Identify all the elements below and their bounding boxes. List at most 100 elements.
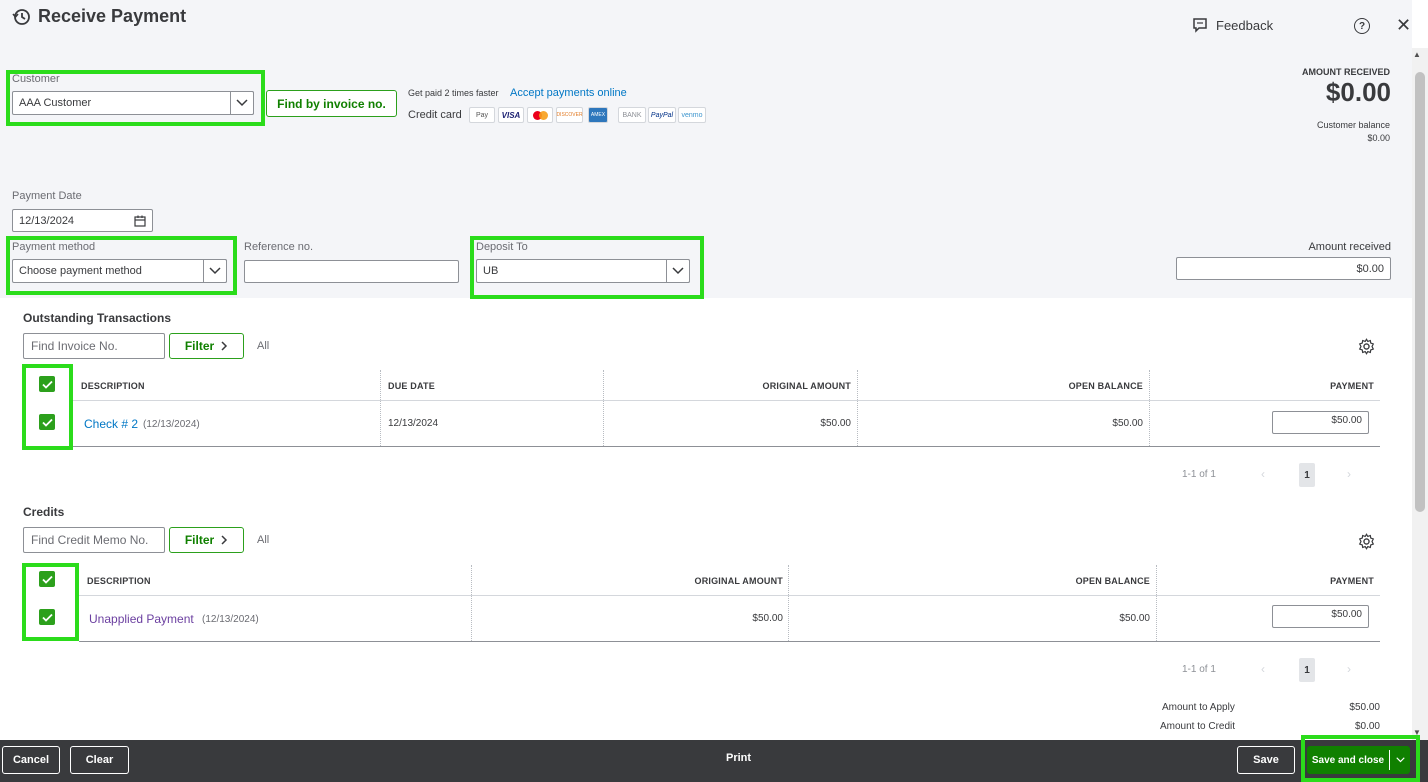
check-link[interactable]: Check # 2 xyxy=(84,417,138,431)
divider xyxy=(857,370,858,446)
amount-received-field-label: Amount received xyxy=(1308,241,1391,253)
chevron-right-icon xyxy=(221,535,228,545)
find-invoice-input[interactable]: Find Invoice No. xyxy=(23,333,165,359)
credits-col-payment: PAYMENT xyxy=(1330,576,1374,586)
credits-row-checkbox[interactable] xyxy=(39,609,55,625)
feedback-button[interactable]: Feedback xyxy=(1192,17,1273,33)
chevron-right-icon xyxy=(221,341,228,351)
payment-date-value: 12/13/2024 xyxy=(19,214,75,227)
chevron-down-icon xyxy=(1395,757,1405,763)
accept-payments-link[interactable]: Accept payments online xyxy=(510,87,627,99)
divider xyxy=(471,565,472,641)
payment-method-select[interactable]: Choose payment method xyxy=(12,259,227,283)
credits-next-icon[interactable]: › xyxy=(1347,662,1351,676)
save-options-dropdown[interactable] xyxy=(1390,757,1410,763)
page-title: Receive Payment xyxy=(38,6,187,26)
open-balance-cell: $50.00 xyxy=(1112,418,1143,429)
outstanding-all-label: All xyxy=(257,340,270,352)
amount-to-credit-label: Amount to Credit xyxy=(1160,721,1236,732)
credits-pager-text: 1-1 of 1 xyxy=(1182,664,1216,675)
outstanding-filter-button[interactable]: Filter xyxy=(169,333,244,359)
get-paid-text: Get paid 2 times faster xyxy=(408,88,499,98)
divider xyxy=(73,446,1380,447)
reference-input[interactable] xyxy=(244,260,459,283)
amount-received-summary-value: $0.00 xyxy=(1325,77,1391,107)
venmo-icon: venmo xyxy=(678,107,706,123)
help-icon[interactable]: ? xyxy=(1354,18,1370,34)
divider xyxy=(380,370,381,446)
customer-dropdown-button[interactable] xyxy=(230,91,254,115)
save-and-close-button[interactable]: Save and close xyxy=(1307,755,1389,766)
credits-col-open-balance: OPEN BALANCE xyxy=(1075,576,1150,586)
outstanding-prev-icon[interactable]: ‹ xyxy=(1261,467,1265,481)
discover-icon: DISCOVER xyxy=(556,107,583,123)
find-credit-memo-input[interactable]: Find Credit Memo No. xyxy=(23,527,165,553)
customer-value: AAA Customer xyxy=(19,97,92,109)
amex-icon: AMEX xyxy=(588,107,608,123)
col-original-amount: ORIGINAL AMOUNT xyxy=(762,381,851,391)
mastercard-icon xyxy=(527,107,553,123)
outstanding-settings-gear-icon[interactable] xyxy=(1358,338,1375,355)
credits-payment-input[interactable]: $50.00 xyxy=(1272,605,1369,628)
outstanding-next-icon[interactable]: › xyxy=(1347,467,1351,481)
amount-to-apply-value: $50.00 xyxy=(1349,702,1380,713)
checkmark-icon xyxy=(41,418,53,427)
page-title-wrap: Receive Payment xyxy=(12,6,186,27)
payment-method-placeholder: Choose payment method xyxy=(19,265,142,277)
credits-col-original-amount: ORIGINAL AMOUNT xyxy=(694,576,783,586)
find-by-invoice-button[interactable]: Find by invoice no. xyxy=(266,90,397,117)
check-date: (12/13/2024) xyxy=(143,419,200,430)
outstanding-page-number[interactable]: 1 xyxy=(1299,463,1315,487)
credits-all-label: All xyxy=(257,534,270,546)
divider xyxy=(73,400,1380,401)
outstanding-pager-text: 1-1 of 1 xyxy=(1182,469,1216,480)
divider xyxy=(79,595,1380,596)
filter-label: Filter xyxy=(184,533,215,547)
calendar-icon[interactable] xyxy=(134,215,146,227)
credits-col-description: DESCRIPTION xyxy=(87,576,151,586)
chevron-down-icon xyxy=(236,99,248,107)
unapplied-payment-link[interactable]: Unapplied Payment xyxy=(89,612,194,626)
scrollbar-thumb[interactable] xyxy=(1415,72,1425,512)
unapplied-payment-date: (12/13/2024) xyxy=(202,614,259,625)
print-button[interactable]: Print xyxy=(726,752,751,764)
payment-method-dropdown-button[interactable] xyxy=(203,259,227,283)
amount-received-input[interactable]: $0.00 xyxy=(1176,257,1391,280)
col-description: DESCRIPTION xyxy=(81,381,145,391)
col-due-date: DUE DATE xyxy=(388,381,435,391)
close-icon[interactable]: ✕ xyxy=(1396,15,1411,36)
payment-method-label: Payment method xyxy=(12,241,96,253)
outstanding-row-checkbox[interactable] xyxy=(39,414,55,430)
filter-label: Filter xyxy=(184,339,215,353)
deposit-to-dropdown-button[interactable] xyxy=(666,259,690,283)
credits-settings-gear-icon[interactable] xyxy=(1358,533,1375,550)
apple-pay-icon: Pay xyxy=(469,107,495,123)
customer-select[interactable]: AAA Customer xyxy=(12,91,254,115)
bank-icon: BANK xyxy=(618,107,646,123)
payment-date-input[interactable]: 12/13/2024 xyxy=(12,209,153,232)
outstanding-payment-input[interactable]: $50.00 xyxy=(1272,411,1369,434)
credits-page-number[interactable]: 1 xyxy=(1299,658,1315,682)
clear-button[interactable]: Clear xyxy=(70,746,129,774)
customer-balance-value: $0.00 xyxy=(1367,133,1390,143)
chevron-down-icon xyxy=(209,267,221,275)
payment-date-label: Payment Date xyxy=(12,190,82,202)
checkmark-icon xyxy=(41,613,53,622)
credits-select-all-checkbox[interactable] xyxy=(39,571,55,587)
checkmark-icon xyxy=(41,575,53,584)
credits-original-amount-cell: $50.00 xyxy=(752,613,783,624)
visa-icon: VISA xyxy=(498,107,524,123)
credits-filter-button[interactable]: Filter xyxy=(169,527,244,553)
outstanding-select-all-checkbox[interactable] xyxy=(39,376,55,392)
credits-prev-icon[interactable]: ‹ xyxy=(1261,662,1265,676)
feedback-label: Feedback xyxy=(1216,17,1274,33)
customer-label: Customer xyxy=(12,73,60,85)
deposit-to-select[interactable]: UB xyxy=(476,259,690,283)
save-button[interactable]: Save xyxy=(1237,746,1295,774)
save-and-close-group: Save and close xyxy=(1307,746,1410,774)
scroll-up-icon[interactable]: ▲ xyxy=(1413,50,1421,59)
divider xyxy=(1156,565,1157,641)
checkmark-icon xyxy=(41,380,53,389)
cancel-button[interactable]: Cancel xyxy=(2,746,60,774)
credit-card-label: Credit card xyxy=(408,109,462,121)
